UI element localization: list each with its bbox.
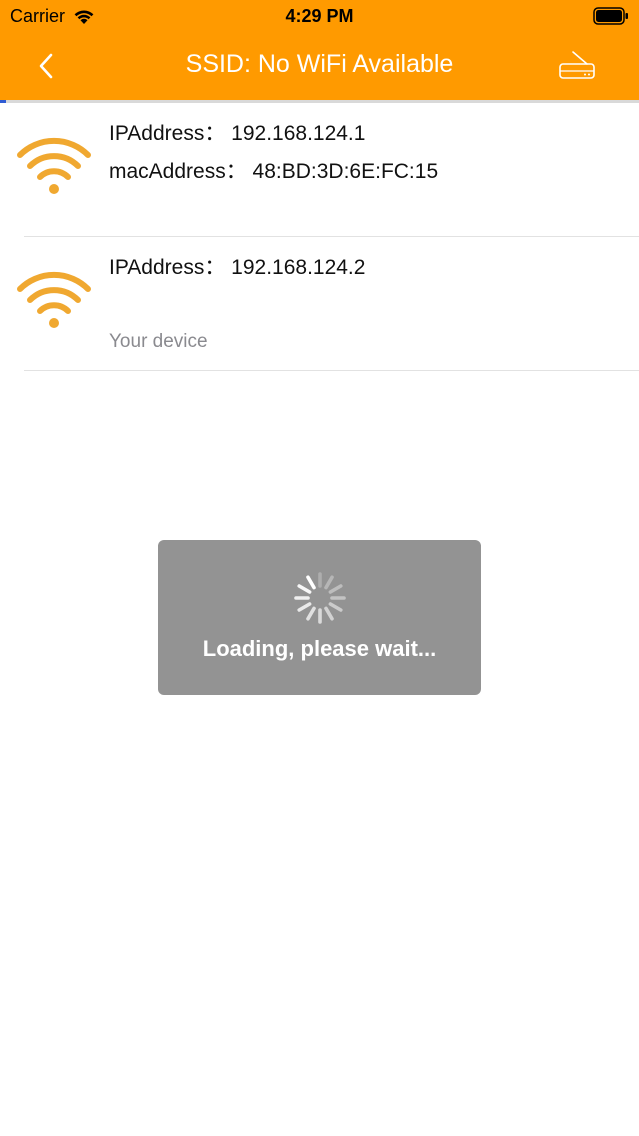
- battery-icon: [593, 7, 628, 25]
- device-note: Your device: [109, 331, 208, 352]
- page-title: SSID: No WiFi Available: [185, 50, 454, 78]
- spinner-spoke: [297, 602, 312, 612]
- wifi-icon: [17, 271, 91, 328]
- status-time: 4:29 PM: [285, 6, 354, 26]
- device-ip: IPAddress： 192.168.124.2: [109, 256, 366, 279]
- loading-text: Loading, please wait...: [202, 636, 437, 661]
- router-icon: [559, 51, 595, 79]
- chevron-left-icon: [39, 53, 53, 79]
- back-button[interactable]: [26, 44, 66, 88]
- device-row[interactable]: IPAddress： 192.168.124.2 Your device: [17, 237, 639, 371]
- spinner-spoke: [306, 606, 316, 621]
- spinner-spoke: [306, 575, 316, 590]
- spinner-spoke: [324, 575, 334, 590]
- loading-overlay: Loading, please wait...: [158, 540, 481, 695]
- device-list: IPAddress： 192.168.124.1 macAddress： 48:…: [0, 103, 639, 371]
- nav-bar: SSID: No WiFi Available: [0, 34, 639, 100]
- status-bar: Carrier 4:29 PM: [0, 0, 639, 34]
- device-row[interactable]: IPAddress： 192.168.124.1 macAddress： 48:…: [17, 103, 639, 237]
- device-ip: IPAddress： 192.168.124.1: [109, 122, 366, 145]
- wifi-icon: [17, 137, 91, 194]
- spinner-spoke: [328, 602, 343, 612]
- header: Carrier 4:29 PM SSID: No WiFi Available: [0, 0, 639, 100]
- spinner-icon: [294, 572, 346, 624]
- spinner-spoke: [328, 584, 343, 594]
- device-mac: macAddress： 48:BD:3D:6E:FC:15: [109, 160, 439, 183]
- spinner-spoke: [297, 584, 312, 594]
- spinner-spoke: [324, 606, 334, 621]
- router-button[interactable]: [553, 44, 601, 88]
